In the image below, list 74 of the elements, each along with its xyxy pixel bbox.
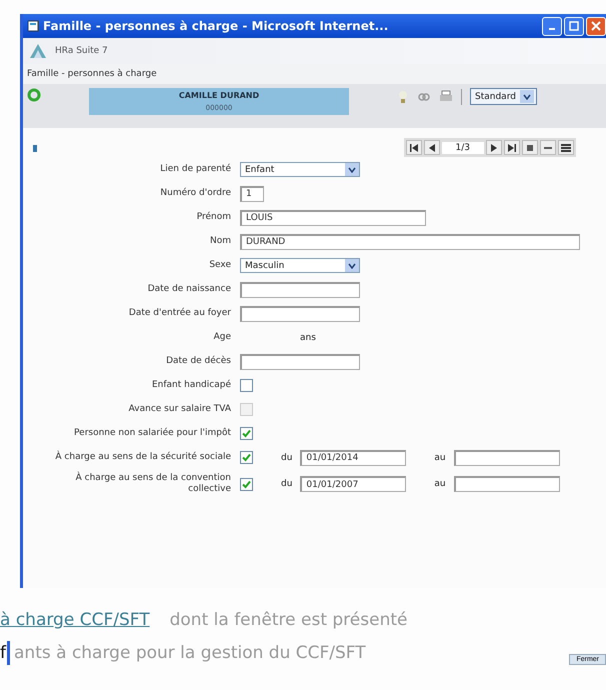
caret-icon (520, 90, 534, 103)
from-label: du (281, 479, 292, 489)
employee-name: CAMILLE DURAND (178, 91, 260, 100)
close-icon (591, 21, 601, 31)
app-name: HRa Suite 7 (55, 46, 108, 56)
page-position: 1/3 (442, 142, 484, 154)
field-label: Prénom (196, 212, 231, 223)
input-field[interactable]: DURAND (240, 234, 580, 250)
first-page-icon (410, 144, 418, 152)
input-field[interactable]: 1 (240, 186, 264, 202)
previous-page-button[interactable] (424, 140, 440, 155)
checkbox[interactable] (240, 379, 253, 392)
input-field[interactable] (240, 306, 360, 322)
age-unit: ans (300, 332, 316, 342)
to-label: au (434, 479, 446, 489)
refresh-icon[interactable] (27, 88, 41, 102)
field-label: Enfant handicapé (150, 380, 231, 391)
next-page-button[interactable] (486, 140, 502, 155)
to-date-field[interactable] (454, 476, 560, 492)
checkbox[interactable] (240, 451, 253, 464)
field-label: Date d'entrée au foyer (128, 308, 231, 319)
field-label: Personne non salariée pour l'impôt (73, 428, 231, 439)
field-label: Date de naissance (146, 284, 231, 295)
field-label: Date de décès (165, 356, 231, 367)
field-label: Numéro d'ordre (159, 188, 231, 199)
field-label: Avance sur salaire TVA (128, 404, 231, 415)
maximize-button[interactable] (564, 16, 584, 36)
previous-icon (428, 144, 436, 152)
square-icon (526, 144, 534, 152)
maximize-icon (569, 21, 579, 31)
bulb-icon[interactable] (397, 90, 409, 104)
input-field[interactable]: LOUIS (240, 210, 426, 226)
field-label: À charge au sens de la sécurité sociale (54, 452, 231, 463)
minimize-button[interactable] (542, 16, 562, 36)
window-title: Famille - personnes à charge - Microsoft Internet... (43, 19, 388, 33)
field-label: Lien de parenté (159, 164, 231, 175)
field-label: Nom (208, 236, 231, 247)
input-field[interactable] (240, 354, 360, 370)
minimize-icon (549, 28, 555, 30)
document-link[interactable]: à charge CCF/SFT (0, 610, 150, 630)
last-page-button[interactable] (504, 140, 520, 155)
delete-record-button[interactable] (540, 140, 556, 155)
page-icon (27, 20, 39, 32)
caret-icon (345, 259, 359, 272)
first-page-button[interactable] (406, 140, 422, 155)
to-label: au (434, 452, 446, 462)
from-label: du (281, 452, 292, 462)
select-field[interactable]: Masculin (240, 258, 360, 273)
to-date-field[interactable] (454, 450, 560, 466)
next-icon (490, 144, 498, 152)
close-button[interactable] (586, 16, 606, 36)
last-page-icon (508, 144, 516, 152)
new-record-button[interactable] (522, 140, 538, 155)
from-date-field[interactable]: 01/01/2007 (300, 476, 406, 492)
caret-icon (345, 163, 359, 176)
logo-icon (29, 43, 47, 59)
view-dropdown[interactable]: Standard (470, 88, 537, 105)
document-text: dont la fenêtre est présenté (170, 610, 408, 630)
field-label: À charge au sens de la convention collective (74, 473, 231, 495)
info-icon[interactable] (31, 142, 39, 152)
select-field[interactable]: Enfant (240, 162, 360, 177)
checkbox[interactable] (240, 427, 253, 440)
from-date-field[interactable]: 01/01/2014 (300, 450, 406, 466)
field-label: Age (212, 332, 231, 343)
breadcrumb: Famille - personnes à charge (23, 64, 606, 84)
input-field[interactable] (240, 282, 360, 298)
list-button[interactable] (558, 140, 574, 155)
checkbox[interactable] (240, 478, 253, 490)
field-label: Sexe (208, 260, 231, 271)
document-text: ants à charge pour la gestion du CCF/SFT (14, 642, 366, 662)
link-icon[interactable] (417, 90, 431, 102)
printer-icon[interactable] (439, 90, 453, 103)
list-icon (561, 144, 571, 152)
document-text: f (0, 642, 6, 662)
